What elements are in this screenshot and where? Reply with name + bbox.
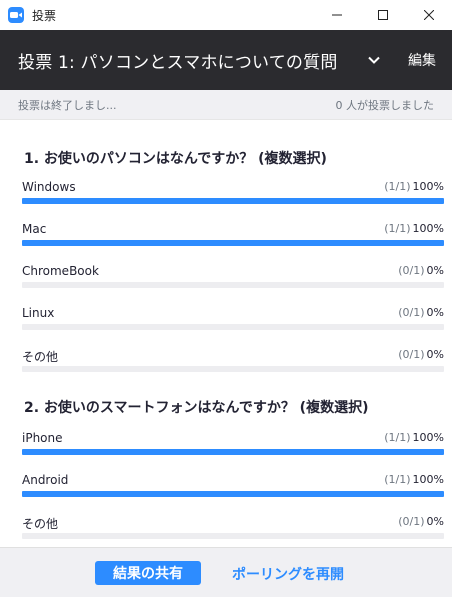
answer-label: その他 [22, 350, 59, 364]
answer-label: iPhone [22, 431, 63, 445]
answer-label: Android [22, 473, 69, 487]
answer-result: (0/1) 0% [398, 348, 444, 361]
answer-option: Mac (1/1) 100% [22, 222, 444, 252]
maximize-icon [378, 10, 388, 20]
answer-result: (1/1) 100% [384, 431, 444, 444]
close-icon [424, 10, 434, 20]
result-bar-fill [22, 198, 444, 204]
answer-result: (1/1) 100% [384, 473, 444, 486]
answer-option: ChromeBook (0/1) 0% [22, 264, 444, 294]
answer-percent: 0% [426, 348, 444, 361]
poll-status-text: 投票は終了しまし... [18, 98, 117, 112]
poll-status-bar: 投票は終了しまし... 0 人が投票しました [0, 90, 452, 120]
answer-option: Linux (0/1) 0% [22, 306, 444, 336]
result-bar-track [22, 198, 444, 204]
poll-header: 投票 1: パソコンとスマホについての質問 編集 [0, 30, 452, 90]
answer-option: その他 (0/1) 0% [22, 515, 444, 545]
vote-count-text: 0 人が投票しました [335, 98, 435, 112]
share-results-button[interactable]: 結果の共有 [95, 561, 201, 585]
answer-count: (1/1) [384, 473, 411, 486]
answer-result: (1/1) 100% [384, 180, 444, 193]
poll-footer: 結果の共有 ポーリングを再開 [0, 547, 452, 597]
answer-label: Windows [22, 180, 76, 194]
poll-results: 1. お使いのパソコンはなんですか？ (複数選択) Windows (1/1) 1… [0, 121, 452, 547]
result-bar-fill [22, 491, 444, 497]
answer-label: その他 [22, 517, 59, 531]
answer-option: Windows (1/1) 100% [22, 180, 444, 210]
poll-title: 投票 1: パソコンとスマホについての質問 [18, 52, 338, 73]
answer-percent: 0% [426, 264, 444, 277]
result-bar-track [22, 282, 444, 288]
question-title: 2. お使いのスマートフォンはなんですか？ (複数選択) [24, 400, 369, 416]
answer-option: Android (1/1) 100% [22, 473, 444, 503]
answer-count: (1/1) [384, 431, 411, 444]
answer-percent: 100% [412, 431, 444, 444]
chevron-down-icon [368, 56, 380, 64]
answer-option: その他 (0/1) 0% [22, 348, 444, 378]
answer-result: (0/1) 0% [398, 515, 444, 528]
answer-percent: 100% [412, 473, 444, 486]
maximize-button[interactable] [360, 0, 406, 30]
zoom-app-icon [8, 7, 24, 23]
answer-count: (0/1) [398, 264, 425, 277]
minimize-icon [332, 14, 342, 16]
answer-label: Mac [22, 222, 47, 236]
answer-percent: 100% [412, 180, 444, 193]
result-bar-track [22, 366, 444, 372]
result-bar-fill [22, 240, 444, 246]
reopen-polling-button[interactable]: ポーリングを再開 [232, 564, 344, 584]
result-bar-track [22, 240, 444, 246]
edit-button[interactable]: 編集 [408, 50, 436, 70]
answer-percent: 0% [426, 515, 444, 528]
result-bar-fill [22, 449, 444, 455]
answer-count: (1/1) [384, 222, 411, 235]
close-button[interactable] [406, 0, 452, 30]
minimize-button[interactable] [314, 0, 360, 30]
answer-result: (0/1) 0% [398, 306, 444, 319]
answer-percent: 0% [426, 306, 444, 319]
window-titlebar: 投票 [0, 0, 452, 30]
answer-count: (0/1) [398, 348, 425, 361]
answer-percent: 100% [412, 222, 444, 235]
answer-label: Linux [22, 306, 55, 320]
answer-label: ChromeBook [22, 264, 99, 278]
answer-result: (1/1) 100% [384, 222, 444, 235]
answer-option: iPhone (1/1) 100% [22, 431, 444, 461]
question-title: 1. お使いのパソコンはなんですか？ (複数選択) [24, 151, 327, 167]
poll-selector-dropdown[interactable] [364, 50, 384, 70]
window-title: 投票 [32, 8, 57, 23]
answer-count: (0/1) [398, 515, 425, 528]
result-bar-track [22, 533, 444, 539]
result-bar-track [22, 491, 444, 497]
result-bar-track [22, 324, 444, 330]
answer-result: (0/1) 0% [398, 264, 444, 277]
answer-count: (1/1) [384, 180, 411, 193]
result-bar-track [22, 449, 444, 455]
answer-count: (0/1) [398, 306, 425, 319]
